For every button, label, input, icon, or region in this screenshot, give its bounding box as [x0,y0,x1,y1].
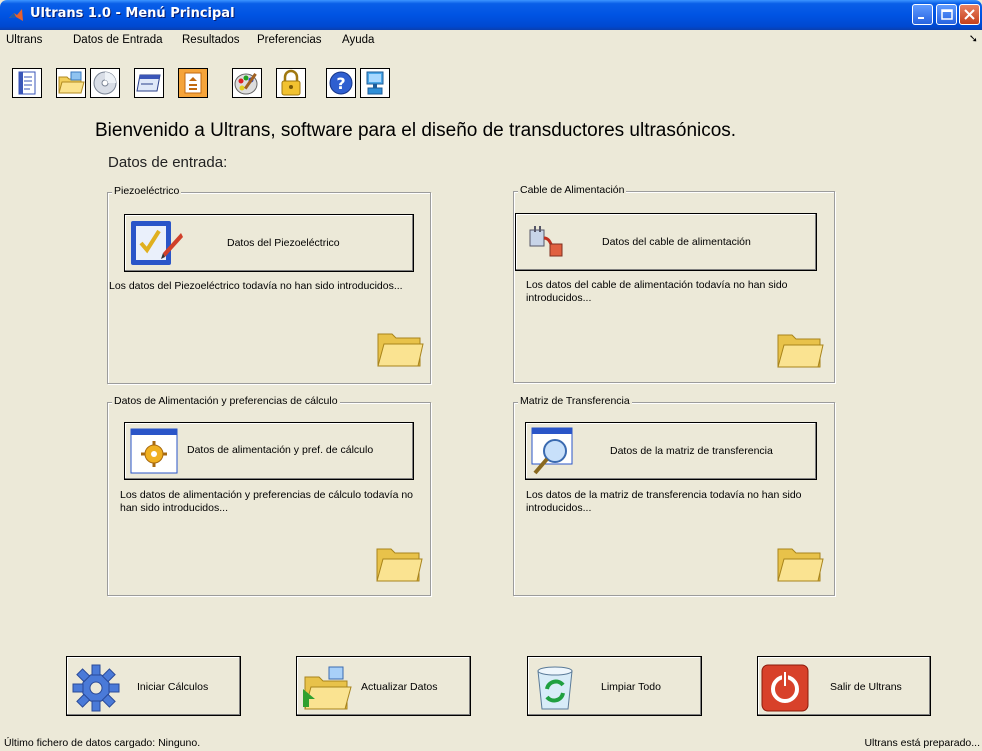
help-icon: ? [329,71,353,95]
settings-window-icon [130,428,178,474]
cable-folder-icon[interactable] [776,327,824,369]
status-last-file: Último fichero de datos cargado: Ninguno… [4,737,201,749]
status-ready: Ultrans está preparado... [864,737,980,749]
salir-button[interactable]: Salir de Ultrans [757,656,931,716]
salir-label: Salir de Ultrans [830,681,902,693]
main-window: Ultrans 1.0 - Menú Principal Ultrans Dat… [0,0,982,751]
iniciar-calculos-button[interactable]: Iniciar Cálculos [66,656,241,716]
minimize-button[interactable] [912,4,933,25]
lock-button[interactable] [276,68,306,98]
update-folder-icon [303,666,352,710]
menu-datos-de-entrada[interactable]: Datos de Entrada [73,34,163,46]
panel-title: Datos de Alimentación y preferencias de … [112,395,340,407]
menu-preferencias[interactable]: Preferencias [257,34,322,46]
matriz-status-text: Los datos de la matriz de transferencia … [526,489,802,514]
actualizar-datos-button[interactable]: Actualizar Datos [296,656,471,716]
recycle-bin-icon [537,666,573,710]
iniciar-calculos-label: Iniciar Cálculos [137,681,209,693]
menu-bar: Ultrans Datos de Entrada Resultados Pref… [0,30,982,50]
window-button[interactable] [134,68,164,98]
cd-button[interactable] [90,68,120,98]
cable-status-text: Los datos del cable de alimentación toda… [526,279,788,304]
menu-overflow-icon[interactable]: ➘ [969,32,978,45]
svg-text:?: ? [336,74,345,93]
datos-alimentacion-button[interactable]: Datos de alimentación y pref. de cálculo [124,422,414,480]
new-document-button[interactable] [12,68,42,98]
maximize-icon [941,9,953,20]
datos-matriz-button[interactable]: Datos de la matriz de transferencia [525,422,817,480]
menu-resultados[interactable]: Resultados [182,34,240,46]
minimize-icon [918,17,924,19]
help-button[interactable]: ? [326,68,356,98]
limpiar-todo-button[interactable]: Limpiar Todo [527,656,702,716]
alimentacion-status-text: Los datos de alimentación y preferencias… [120,489,414,514]
actualizar-datos-label: Actualizar Datos [361,681,438,693]
monitor-icon [366,71,384,95]
toolbar: ? [0,50,982,110]
gear-icon [72,664,120,712]
new-document-icon [18,71,36,95]
maximize-button[interactable] [936,4,957,25]
title-bar[interactable]: Ultrans 1.0 - Menú Principal [0,0,982,30]
lock-icon [281,69,301,96]
piezoelectrico-status-text: Los datos del Piezoeléctrico todavía no … [109,280,403,292]
piezoelectrico-folder-icon[interactable] [376,326,424,368]
power-icon [761,664,809,712]
cd-icon [93,71,117,95]
close-button[interactable] [959,4,980,25]
open-button[interactable] [56,68,86,98]
close-icon [964,9,975,20]
panel-cable-alimentacion: Cable de Alimentación Datos del cable de… [513,184,835,383]
datos-entrada-heading: Datos de entrada: [108,154,228,171]
alimentacion-folder-icon[interactable] [375,541,423,583]
panel-title: Matriz de Transferencia [518,395,632,407]
datos-alimentacion-label: Datos de alimentación y pref. de cálculo [187,444,374,456]
palette-button[interactable] [232,68,262,98]
datos-piezoelectrico-button[interactable]: Datos del Piezoeléctrico [124,214,414,272]
stack-button[interactable] [178,68,208,98]
menu-ayuda[interactable]: Ayuda [342,34,374,46]
magnifier-document-icon [531,427,573,475]
welcome-text: Bienvenido a Ultrans, software para el d… [95,120,737,141]
menu-ultrans[interactable]: Ultrans [6,34,42,46]
matlab-icon [9,9,23,21]
panel-matriz-transferencia: Matriz de Transferencia Datos de la matr… [513,395,835,596]
limpiar-todo-label: Limpiar Todo [601,681,661,693]
datos-piezoelectrico-label: Datos del Piezoeléctrico [227,237,340,249]
panel-piezoelectrico: Piezoeléctrico Datos del Piezoeléctrico … [107,185,431,384]
window-title: Ultrans 1.0 - Menú Principal [30,6,235,21]
panel-title: Cable de Alimentación [518,184,627,196]
datos-cable-label: Datos del cable de alimentación [602,236,751,248]
panel-alimentacion-preferencias: Datos de Alimentación y preferencias de … [107,395,431,596]
matriz-folder-icon[interactable] [776,541,824,583]
open-folder-icon [58,71,85,94]
monitor-button[interactable] [360,68,390,98]
palette-icon [234,73,258,95]
datos-matriz-label: Datos de la matriz de transferencia [610,445,773,457]
checklist-pen-icon [131,221,183,265]
stack-icon [184,72,202,94]
panel-title: Piezoeléctrico [112,185,182,197]
cable-plug-icon [529,226,563,257]
datos-cable-button[interactable]: Datos del cable de alimentación [515,213,817,271]
window-icon [136,74,161,92]
